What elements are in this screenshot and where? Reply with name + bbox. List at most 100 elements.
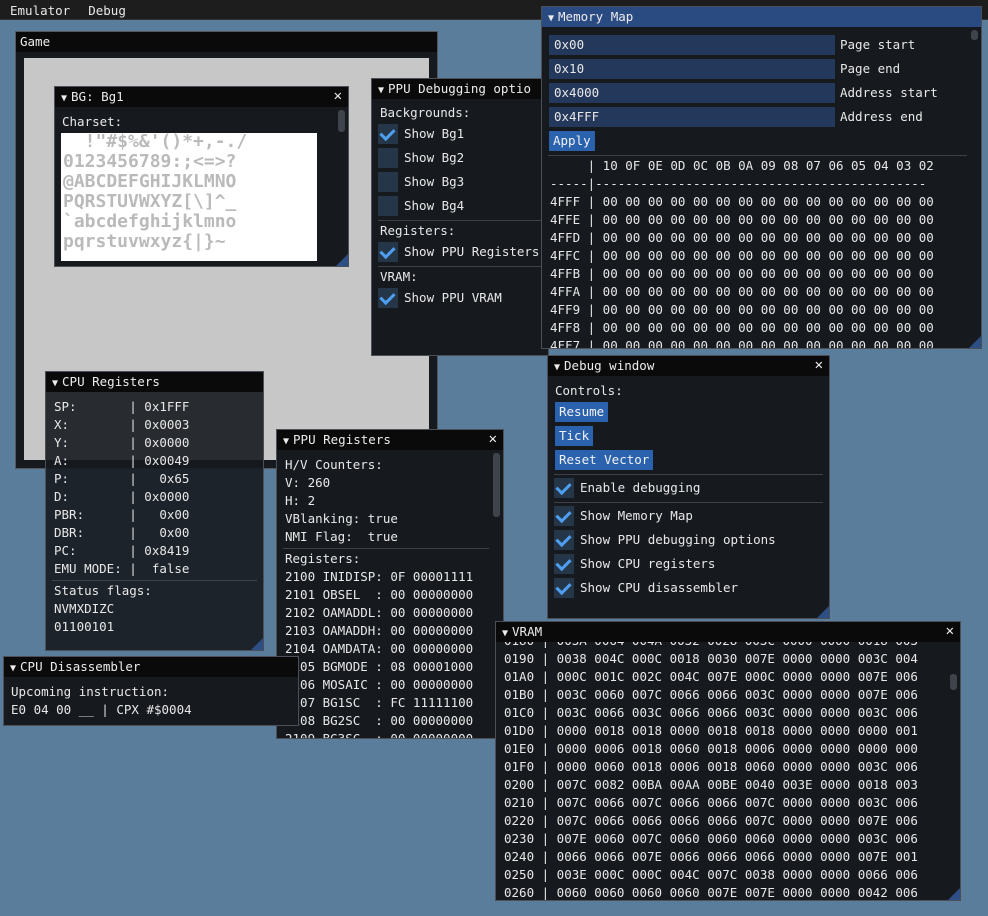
show-ppu-vram-checkbox[interactable] — [378, 288, 398, 308]
memory-map-titlebar[interactable]: ▼ Memory Map — [542, 7, 981, 27]
memory-row: 4FFD | 00 00 00 00 00 00 00 00 00 00 00 … — [550, 230, 934, 245]
separator — [548, 155, 967, 156]
cpu-registers-window[interactable]: ▼ CPU Registers SP: | 0x1FFF X: | 0x0003 … — [45, 371, 264, 651]
h-counter: H: 2 — [285, 493, 316, 508]
cpu-disassembler-titlebar[interactable]: ▼ CPU Disassembler — [4, 657, 298, 677]
ppu-register-row: 2108 BG2SC : 00 00000000 — [285, 713, 474, 728]
resize-grip[interactable] — [251, 638, 263, 650]
vram-row: 0180 | 003A 0064 004A 0032 0028 003C 000… — [504, 642, 918, 650]
show-bg3-label: Show Bg3 — [404, 174, 465, 189]
ppu-register-row: 2100 INIDISP: 0F 00001111 — [285, 569, 474, 584]
vram-label: VRAM: — [380, 269, 418, 284]
page-start-label: Page start — [840, 37, 916, 52]
show-bg4-label: Show Bg4 — [404, 198, 465, 213]
address-end-input[interactable]: 0x4FFF — [549, 107, 835, 127]
vram-titlebar[interactable]: ▼ VRAM ✕ — [496, 622, 960, 642]
resume-button[interactable]: Resume — [555, 402, 609, 422]
ppu-debugging-options-window[interactable]: ▼ PPU Debugging optio Backgrounds: Show B… — [371, 78, 549, 356]
collapse-triangle-icon[interactable]: ▼ — [283, 436, 289, 447]
resize-grip[interactable] — [817, 606, 829, 618]
separator — [283, 548, 489, 549]
scrollbar[interactable] — [338, 110, 345, 132]
ppu-registers-label: Registers: — [285, 551, 361, 566]
page-end-label: Page end — [840, 61, 901, 76]
memory-map-window[interactable]: ▼ Memory Map 0x00 Page start 0x10 Page end … — [541, 6, 982, 349]
vram-row: 0260 | 0060 0060 0060 0060 007E 007E 000… — [504, 885, 918, 900]
scrollbar[interactable] — [950, 674, 957, 690]
show-bg2-checkbox[interactable] — [378, 148, 398, 168]
register-row: P: | 0x65 — [54, 471, 190, 486]
page-end-input[interactable]: 0x10 — [549, 59, 835, 79]
resize-grip[interactable] — [969, 336, 981, 348]
address-start-input[interactable]: 0x4000 — [549, 83, 835, 103]
menu-emulator[interactable]: Emulator — [0, 0, 78, 18]
apply-button[interactable]: Apply — [549, 131, 595, 151]
cpu-registers-content: SP: | 0x1FFF X: | 0x0003 Y: | 0x0000 A: … — [46, 392, 263, 650]
status-flags-names: NVMXDIZC — [54, 601, 115, 616]
show-cpu-disassembler-checkbox[interactable] — [554, 578, 574, 598]
scrollbar[interactable] — [971, 30, 978, 40]
show-bg4-checkbox[interactable] — [378, 196, 398, 216]
ppu-options-title: PPU Debugging optio — [388, 81, 532, 96]
glyph-row: 0123456789:;<=>? — [63, 151, 237, 172]
show-ppu-debugging-checkbox[interactable] — [554, 530, 574, 550]
address-start-label: Address start — [840, 85, 938, 100]
collapse-triangle-icon[interactable]: ▼ — [502, 628, 508, 639]
memory-row: 4FFE | 00 00 00 00 00 00 00 00 00 00 00 … — [550, 212, 934, 227]
enable-debugging-label: Enable debugging — [580, 480, 701, 495]
ppu-register-row: 2109 BG3SC : 00 00000000 — [285, 730, 473, 738]
page-start-input[interactable]: 0x00 — [549, 35, 835, 55]
memory-divider: -----|----------------------------------… — [550, 176, 927, 191]
collapse-triangle-icon[interactable]: ▼ — [52, 378, 58, 389]
collapse-triangle-icon[interactable]: ▼ — [10, 663, 16, 674]
memory-header: | 10 0F 0E 0D 0C 0B 0A 09 08 07 06 05 04… — [550, 158, 934, 173]
vram-row: 0200 | 007C 0082 00BA 00AA 00BE 0040 003… — [504, 777, 918, 792]
cpu-disassembler-content: Upcoming instruction: E0 04 00 __ | CPX … — [4, 677, 298, 725]
vram-content: 0180 | 003A 0064 004A 0032 0028 003C 000… — [496, 642, 960, 900]
bg-titlebar[interactable]: ▼ BG: Bg1 ✕ — [55, 87, 348, 107]
tick-button[interactable]: Tick — [555, 426, 594, 446]
ppu-options-titlebar[interactable]: ▼ PPU Debugging optio — [372, 79, 548, 99]
show-ppu-debugging-label: Show PPU debugging options — [580, 532, 776, 547]
resize-grip[interactable] — [336, 254, 348, 266]
glyph-row: PQRSTUVWXYZ[\]^_ — [63, 191, 237, 212]
menu-debug[interactable]: Debug — [78, 0, 134, 18]
memory-map-title: Memory Map — [558, 9, 634, 24]
separator — [554, 474, 823, 475]
close-icon[interactable]: ✕ — [815, 357, 823, 373]
collapse-triangle-icon[interactable]: ▼ — [61, 93, 67, 104]
collapse-triangle-icon[interactable]: ▼ — [554, 362, 560, 373]
register-row: SP: | 0x1FFF — [54, 399, 190, 414]
separator — [554, 502, 823, 503]
show-bg1-checkbox[interactable] — [378, 124, 398, 144]
reset-vector-button[interactable]: Reset Vector — [555, 450, 654, 470]
show-bg3-checkbox[interactable] — [378, 172, 398, 192]
scrollbar[interactable] — [493, 453, 500, 517]
glyph-row: @ABCDEFGHIJKLMNO — [63, 171, 237, 192]
show-cpu-registers-checkbox[interactable] — [554, 554, 574, 574]
show-bg2-label: Show Bg2 — [404, 150, 465, 165]
collapse-triangle-icon[interactable]: ▼ — [548, 13, 554, 24]
ppu-register-row: 2102 OAMADDL: 00 00000000 — [285, 605, 474, 620]
cpu-disassembler-window[interactable]: ▼ CPU Disassembler Upcoming instruction: … — [3, 656, 299, 726]
resize-grip[interactable] — [948, 888, 960, 900]
close-icon[interactable]: ✕ — [489, 431, 497, 447]
ppu-registers-window[interactable]: ▼ PPU Registers ✕ H/V Counters: V: 260 H: … — [276, 429, 504, 739]
game-title[interactable]: Game — [16, 32, 437, 52]
debug-titlebar[interactable]: ▼ Debug window ✕ — [548, 356, 829, 376]
collapse-triangle-icon[interactable]: ▼ — [378, 85, 384, 96]
debug-window[interactable]: ▼ Debug window ✕ Controls: Resume Tick Res… — [547, 355, 830, 619]
address-end-label: Address end — [840, 109, 923, 124]
close-icon[interactable]: ✕ — [334, 88, 342, 104]
memory-map-content: 0x00 Page start 0x10 Page end 0x4000 Addres… — [542, 27, 981, 348]
ppu-registers-titlebar[interactable]: ▼ PPU Registers ✕ — [277, 430, 503, 450]
vram-row: 01D0 | 0000 0018 0018 0000 0018 0018 000… — [504, 723, 918, 738]
close-icon[interactable]: ✕ — [946, 623, 954, 639]
show-memory-map-checkbox[interactable] — [554, 506, 574, 526]
controls-label: Controls: — [555, 383, 623, 398]
enable-debugging-checkbox[interactable] — [554, 478, 574, 498]
cpu-registers-titlebar[interactable]: ▼ CPU Registers — [46, 372, 263, 392]
show-ppu-registers-checkbox[interactable] — [378, 242, 398, 262]
bg-window[interactable]: ▼ BG: Bg1 ✕ Charset: !"#$%&'()*+,-./ 01234… — [54, 86, 349, 267]
vram-window[interactable]: ▼ VRAM ✕ 0180 | 003A 0064 004A 0032 0028 0… — [495, 621, 961, 901]
